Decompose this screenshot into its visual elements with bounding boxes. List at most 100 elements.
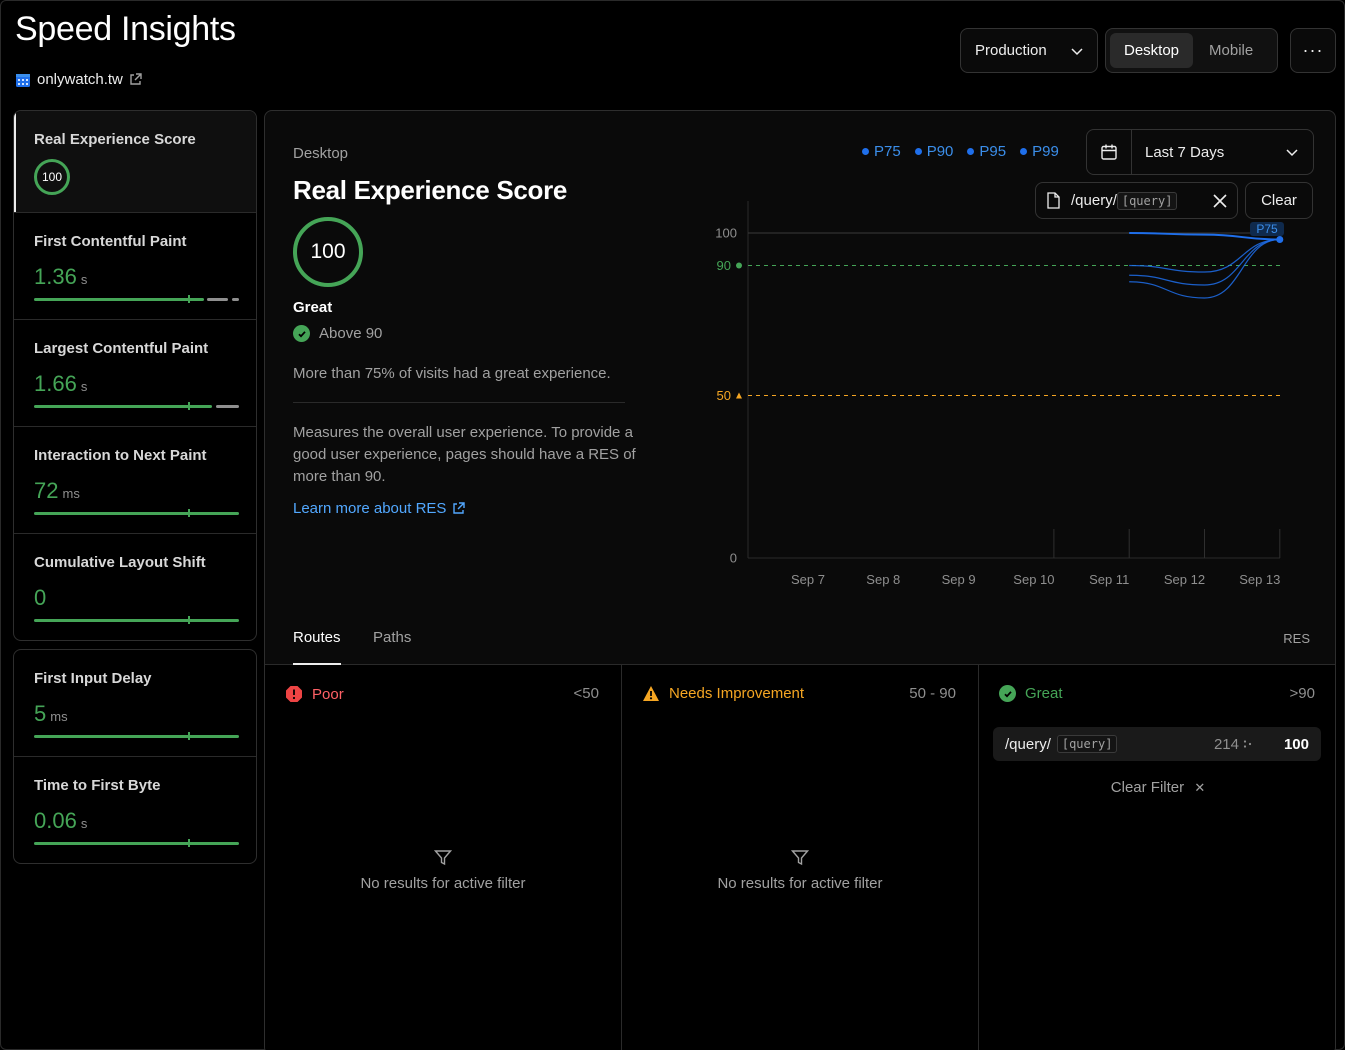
metric-marker: [188, 402, 190, 410]
point-label: P75: [1256, 222, 1278, 236]
tab-routes[interactable]: Routes: [293, 629, 341, 665]
environment-select[interactable]: Production: [960, 28, 1098, 73]
filter-icon: [434, 850, 452, 866]
route-param: [query]: [1056, 735, 1118, 753]
environment-label: Production: [975, 42, 1047, 59]
column-header: Great: [999, 685, 1063, 702]
legend-p99[interactable]: P99: [1020, 143, 1059, 160]
metric-marker: [188, 509, 190, 517]
device-desktop[interactable]: Desktop: [1110, 33, 1194, 68]
x-tick-label: Sep 9: [942, 572, 976, 587]
series-line-p95: [1129, 238, 1280, 286]
legend-p75[interactable]: P75: [862, 143, 901, 160]
metric-label: Real Experience Score: [34, 131, 196, 148]
metric-label: First Input Delay: [34, 670, 152, 687]
metric-fcp[interactable]: First Contentful Paint 1.36 s: [14, 213, 256, 320]
metric-bar-mid: [216, 405, 239, 408]
legend-dot: [967, 148, 975, 155]
page-title: Speed Insights: [15, 10, 236, 48]
date-range-select[interactable]: Last 7 Days: [1086, 129, 1314, 175]
metric-res[interactable]: Real Experience Score 100: [14, 111, 256, 213]
site-link[interactable]: onlywatch.tw: [15, 71, 142, 88]
legend-p90[interactable]: P90: [914, 143, 954, 160]
main-panel: Desktop Real Experience Score 100 Great …: [264, 110, 1336, 1050]
metric-cls[interactable]: Cumulative Layout Shift 0: [14, 534, 256, 640]
empty-state: No results for active filter: [265, 849, 621, 892]
metrics-card-core: Real Experience Score 100 First Contentf…: [13, 110, 257, 641]
empty-state: No results for active filter: [622, 849, 978, 892]
series-line-p90: [1129, 238, 1280, 273]
legend-dot: [914, 148, 922, 155]
res-score-ring: 100: [34, 159, 70, 195]
date-range-label: Last 7 Days: [1145, 143, 1225, 161]
metric-value: 0: [34, 585, 47, 610]
legend-label: P95: [979, 143, 1007, 160]
column-header: Needs Improvement: [642, 685, 804, 702]
x-tick-label: Sep 11: [1089, 572, 1129, 587]
device-mobile[interactable]: Mobile: [1195, 33, 1267, 68]
metric-fid[interactable]: First Input Delay 5 ms: [14, 650, 256, 757]
error-octagon-icon: [286, 686, 302, 702]
path-filter-chip[interactable]: /query/[query]: [1035, 182, 1238, 219]
metric-lcp[interactable]: Largest Contentful Paint 1.66 s: [14, 320, 256, 427]
data-points-icon: [1243, 740, 1252, 748]
chevron-down-icon: [1071, 47, 1083, 55]
column-label: Great: [1025, 685, 1063, 702]
metric-label: Cumulative Layout Shift: [34, 554, 206, 571]
metric-value: 1.36 s: [34, 264, 88, 289]
legend-dot: [862, 148, 869, 155]
legend-p95[interactable]: P95: [967, 143, 1006, 160]
clear-filter-button[interactable]: Clear Filter ✕: [979, 779, 1335, 796]
metric-bar-good: [34, 512, 239, 515]
metric-label: Time to First Byte: [34, 777, 161, 794]
close-icon[interactable]: [1213, 193, 1227, 208]
metric-label: Largest Contentful Paint: [34, 340, 209, 357]
more-options-button[interactable]: ···: [1290, 28, 1336, 73]
legend-label: P90: [926, 143, 954, 160]
metric-label: Interaction to Next Paint: [34, 447, 207, 464]
column-needs-improvement: Needs Improvement 50 - 90 No results for…: [622, 665, 979, 1050]
y-tick-label: 90: [717, 258, 731, 273]
metric-value: 72 ms: [34, 478, 80, 503]
x-tick-label: Sep 12: [1164, 572, 1205, 587]
warning-icon: [643, 686, 659, 701]
metric-bar-good: [34, 298, 204, 301]
y-tick-label: 100: [715, 226, 737, 241]
empty-text: No results for active filter: [360, 875, 526, 892]
clear-button[interactable]: Clear: [1245, 182, 1313, 219]
route-score: 100: [1283, 735, 1309, 753]
legend-dot: [1020, 148, 1028, 155]
site-name[interactable]: onlywatch.tw: [37, 71, 123, 88]
metric-bar-good: [34, 842, 239, 845]
metric-selector[interactable]: RES: [1283, 631, 1310, 646]
metric-marker: [188, 732, 190, 740]
legend-label: P99: [1032, 143, 1059, 160]
metric-bar-good: [34, 405, 212, 408]
tab-paths[interactable]: Paths: [373, 629, 411, 665]
metric-value: 1.66 s: [34, 371, 88, 396]
x-tick-label: Sep 10: [1013, 572, 1054, 587]
column-great: Great >90 /query/ [query] 214 100 Clear …: [979, 665, 1335, 1050]
column-range: <50: [573, 685, 599, 702]
column-label: Needs Improvement: [669, 685, 805, 702]
route-row[interactable]: /query/ [query] 214 100: [993, 727, 1321, 761]
metric-inp[interactable]: Interaction to Next Paint 72 ms: [14, 427, 256, 534]
clear-filter-label: Clear Filter: [1110, 779, 1185, 796]
chevron-down-icon: [1285, 145, 1313, 159]
column-range: >90: [1289, 685, 1315, 702]
series-line-p99: [1129, 238, 1280, 299]
metric-bar-good: [34, 619, 239, 622]
metric-ttfb[interactable]: Time to First Byte 0.06 s: [14, 757, 256, 863]
y-tick-label: 50: [717, 388, 731, 403]
metric-label: First Contentful Paint: [34, 233, 187, 250]
metric-bar-mid: [207, 298, 228, 301]
threshold-marker-50: [736, 392, 742, 399]
metric-bar-good: [34, 735, 239, 738]
metric-marker: [188, 616, 190, 624]
calendar-grid-icon: [16, 73, 30, 87]
route-count: 214: [1214, 736, 1253, 753]
chart-legend: P75 P90 P95 P99: [862, 143, 1059, 160]
x-tick-label: Sep 7: [791, 572, 825, 587]
metric-value: 0.06 s: [34, 808, 88, 833]
check-circle-icon: [999, 685, 1016, 702]
